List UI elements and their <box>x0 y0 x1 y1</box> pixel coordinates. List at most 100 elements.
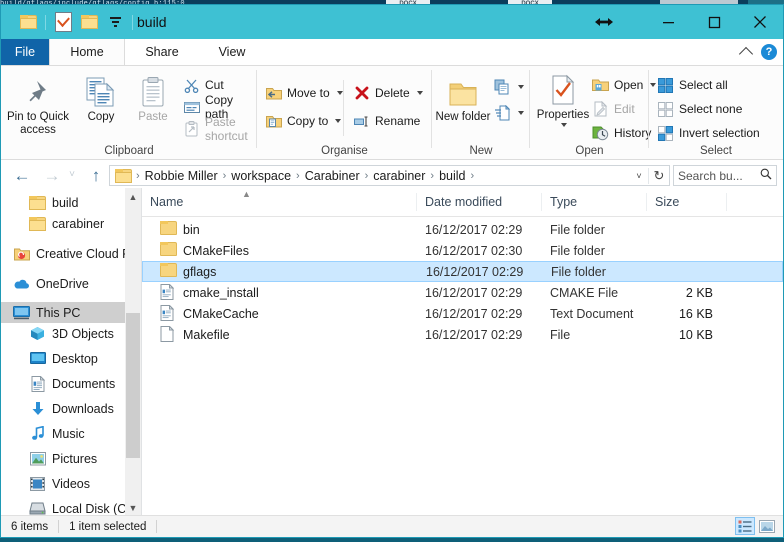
nav-item-carabiner[interactable]: carabiner <box>1 213 141 234</box>
column-headers: Name Date modified Type Size ▲ <box>142 188 783 217</box>
qat-customize-dropdown-icon[interactable] <box>102 5 128 39</box>
forward-button[interactable]: → <box>39 160 65 190</box>
select-none-button[interactable]: Select none <box>657 98 742 120</box>
delete-dropdown-icon[interactable] <box>416 91 423 95</box>
tab-file[interactable]: File <box>1 39 49 65</box>
easy-access-button[interactable] <box>494 102 524 124</box>
breadcrumb-sep-5: › <box>470 169 475 182</box>
qat-properties-icon[interactable] <box>50 5 76 39</box>
column-header-date-modified[interactable]: Date modified <box>417 193 542 211</box>
status-bar: 6 items 1 item selected <box>1 515 783 537</box>
new-item-button[interactable] <box>494 76 524 98</box>
delete-button[interactable]: Delete <box>353 82 423 104</box>
close-button[interactable] <box>737 5 783 39</box>
navpane-scrollbar[interactable]: ▲ ▼ <box>125 188 141 516</box>
ribbon-tab-row: File Home Share View ? <box>1 39 783 66</box>
new-folder-button[interactable]: New folder <box>434 74 492 124</box>
nav-label-pictures: Pictures <box>52 451 98 466</box>
paste-button[interactable]: Paste <box>126 74 180 124</box>
breadcrumb-item-2[interactable]: Carabiner <box>302 169 363 183</box>
column-header-size[interactable]: Size <box>647 193 727 211</box>
breadcrumb-item-0[interactable]: Robbie Miller <box>142 169 221 183</box>
new-item-dropdown-icon[interactable] <box>518 85 524 89</box>
qat-folder-icon[interactable] <box>15 5 41 39</box>
nav-item-3d-objects[interactable]: 3D Objects <box>1 323 141 344</box>
file-size-cell: 2 KB <box>685 285 713 300</box>
properties-dropdown-icon[interactable] <box>561 123 567 127</box>
address-breadcrumb-box[interactable]: › Robbie Miller › workspace › Carabiner … <box>109 165 670 186</box>
search-box[interactable]: Search bu... <box>673 165 777 186</box>
status-divider <box>58 520 60 533</box>
breadcrumb-item-3[interactable]: carabiner <box>370 169 428 183</box>
new-folder-icon <box>448 74 478 108</box>
qat-new-folder-icon[interactable] <box>76 5 102 39</box>
maximize-button[interactable] <box>691 5 737 39</box>
breadcrumb-item-1[interactable]: workspace <box>228 169 294 183</box>
nav-item-this-pc[interactable]: This PC <box>1 302 141 323</box>
file-name-cell: CMakeFiles <box>142 242 417 259</box>
rename-icon <box>353 113 370 130</box>
refresh-icon[interactable]: ↻ <box>648 167 669 184</box>
easy-access-dropdown-icon[interactable] <box>518 111 524 115</box>
history-button[interactable]: History <box>592 122 651 144</box>
paste-shortcut-button[interactable]: Paste shortcut <box>183 115 257 143</box>
nav-item-local-disk-c[interactable]: Local Disk (C:) <box>1 498 141 516</box>
file-list-pane: Name Date modified Type Size ▲ bin 16/12… <box>141 188 783 516</box>
nav-item-downloads[interactable]: Downloads <box>1 398 141 419</box>
table-row[interactable]: Makefile 16/12/2017 02:29 File 10 KB <box>142 324 783 345</box>
rename-button[interactable]: Rename <box>353 110 420 132</box>
breadcrumb-item-4[interactable]: build <box>436 169 468 183</box>
tab-view[interactable]: View <box>199 39 265 65</box>
column-header-name[interactable]: Name <box>142 193 417 211</box>
copy-to-dropdown-icon[interactable] <box>335 119 342 123</box>
help-icon[interactable]: ? <box>761 44 777 60</box>
search-input[interactable]: Search bu... <box>678 169 743 183</box>
navpane-scroll-up-icon[interactable]: ▲ <box>125 188 141 205</box>
table-row[interactable]: CMakeFiles 16/12/2017 02:30 File folder <box>142 240 783 261</box>
minimize-button[interactable] <box>645 5 691 39</box>
navpane-scroll-down-icon[interactable]: ▼ <box>125 499 141 516</box>
folder-icon <box>160 242 177 259</box>
copy-button[interactable]: Copy <box>74 74 128 124</box>
nav-item-pictures[interactable]: Pictures <box>1 448 141 469</box>
select-all-button[interactable]: Select all <box>657 74 728 96</box>
tab-home[interactable]: Home <box>49 39 125 65</box>
nav-item-videos[interactable]: Videos <box>1 473 141 494</box>
nav-item-onedrive[interactable]: OneDrive <box>1 273 141 294</box>
collapse-ribbon-icon[interactable] <box>738 46 754 61</box>
table-row[interactable]: cmake_install 16/12/2017 02:29 CMAKE Fil… <box>142 282 783 303</box>
navpane-scroll-thumb[interactable] <box>126 313 140 458</box>
paste-label: Paste <box>138 111 168 123</box>
copy-to-button[interactable]: Copy to <box>265 110 342 132</box>
tab-share[interactable]: Share <box>125 39 199 65</box>
nav-item-desktop[interactable]: Desktop <box>1 348 141 369</box>
address-dropdown-icon[interactable]: ˅ <box>630 171 648 181</box>
nav-item-creative-cloud-files[interactable]: Creative Cloud Fil <box>1 243 141 264</box>
onedrive-icon <box>13 275 30 292</box>
move-to-button[interactable]: Move to <box>265 82 343 104</box>
move-to-dropdown-icon[interactable] <box>336 91 343 95</box>
pin-to-quick-access-button[interactable]: Pin to Quick access <box>7 74 69 137</box>
qat-separator-2 <box>132 14 133 30</box>
open-button[interactable]: Open <box>592 74 657 96</box>
column-header-type[interactable]: Type <box>542 193 647 211</box>
nav-item-music[interactable]: Music <box>1 423 141 444</box>
nav-item-build[interactable]: build <box>1 192 141 213</box>
documents-icon <box>29 375 46 392</box>
table-row[interactable]: bin 16/12/2017 02:29 File folder <box>142 219 783 240</box>
recent-locations-button[interactable]: ˅ <box>63 160 81 190</box>
edit-button[interactable]: Edit <box>592 98 635 120</box>
back-button[interactable]: ← <box>9 160 35 190</box>
downloads-icon <box>29 400 46 417</box>
large-icons-view-button[interactable] <box>757 517 777 535</box>
invert-selection-button[interactable]: Invert selection <box>657 122 760 144</box>
table-row[interactable]: gflags 16/12/2017 02:29 File folder <box>142 261 783 282</box>
details-view-button[interactable] <box>735 517 755 535</box>
nav-item-documents[interactable]: Documents <box>1 373 141 394</box>
up-button[interactable]: ↑ <box>83 160 109 190</box>
table-row[interactable]: CMakeCache 16/12/2017 02:29 Text Documen… <box>142 303 783 324</box>
paste-shortcut-icon <box>183 121 200 138</box>
properties-button[interactable]: Properties <box>532 72 594 127</box>
folder-icon <box>160 221 177 238</box>
paste-shortcut-label: Paste shortcut <box>205 115 248 143</box>
